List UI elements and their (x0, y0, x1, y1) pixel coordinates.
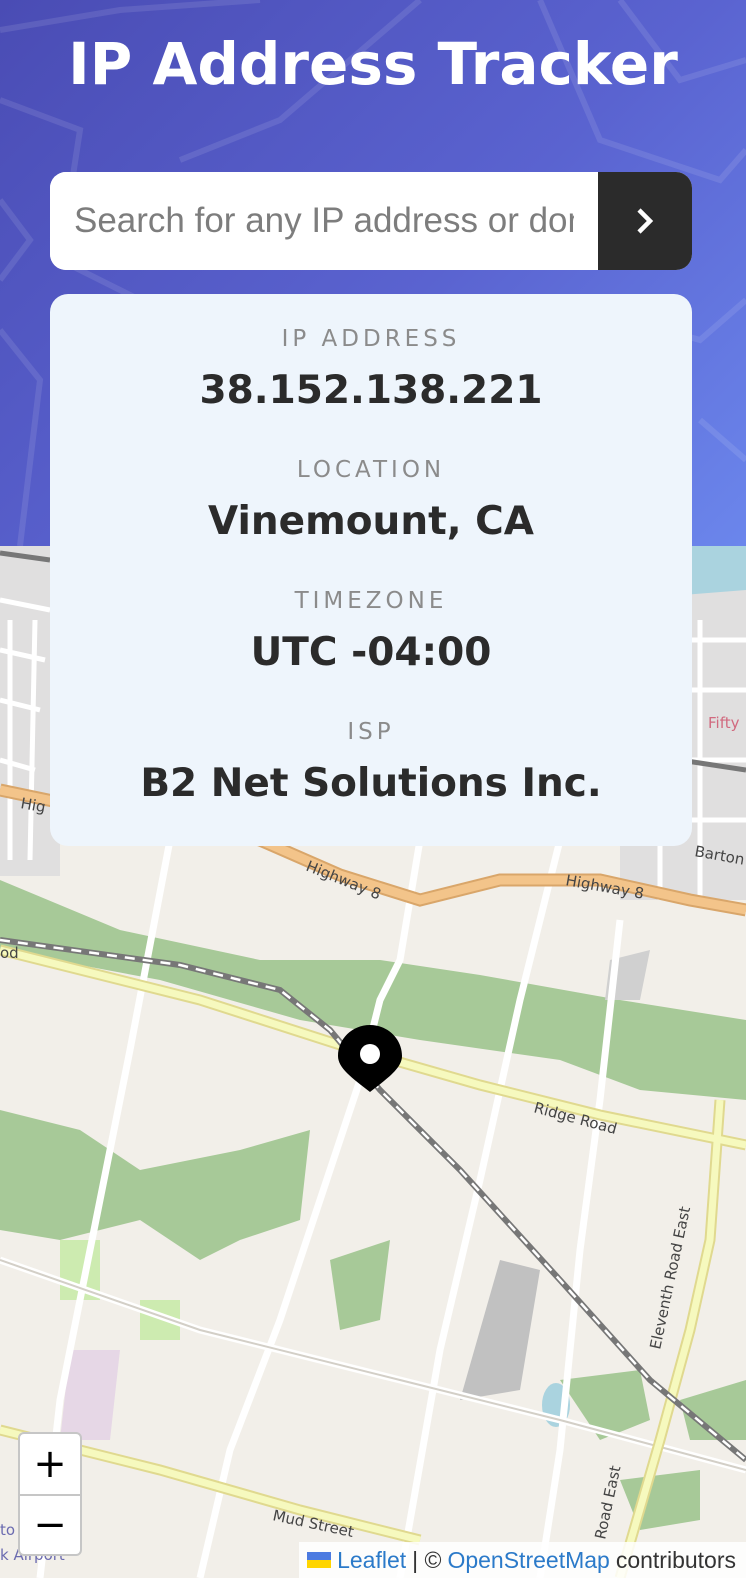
chevron-right-icon (637, 208, 654, 234)
map-label-airport-1: to (0, 1521, 15, 1539)
location-value: Vinemount, CA (208, 499, 534, 544)
search-submit-button[interactable] (598, 172, 692, 270)
attribution-separator: | © (412, 1546, 442, 1573)
location-label: LOCATION (296, 457, 446, 483)
search-input[interactable] (50, 172, 598, 270)
zoom-out-button[interactable]: − (20, 1494, 80, 1554)
attribution-contributors: contributors (615, 1546, 736, 1573)
ukraine-flag-icon (307, 1552, 332, 1568)
zoom-control: + − (18, 1432, 82, 1556)
isp-value: B2 Net Solutions Inc. (140, 761, 602, 806)
map-label-fifty: Fifty (708, 714, 740, 732)
openstreetmap-link[interactable]: OpenStreetMap (447, 1547, 609, 1574)
timezone-value: UTC -04:00 (250, 630, 492, 675)
map-attribution: Leaflet | © OpenStreetMap contributors (299, 1542, 746, 1578)
timezone-label: TIMEZONE (294, 588, 448, 614)
ip-address-label: IP ADDRESS (281, 326, 461, 352)
search-bar (50, 172, 692, 270)
isp-label: ISP (347, 719, 395, 745)
map-label-road-left: od (0, 944, 19, 962)
ip-info-card: IP ADDRESS 38.152.138.221 LOCATION Vinem… (50, 294, 692, 846)
zoom-in-button[interactable]: + (20, 1434, 80, 1494)
page-title: IP Address Tracker (68, 30, 678, 98)
leaflet-link[interactable]: Leaflet (337, 1547, 406, 1574)
ip-address-value: 38.152.138.221 (199, 368, 543, 413)
